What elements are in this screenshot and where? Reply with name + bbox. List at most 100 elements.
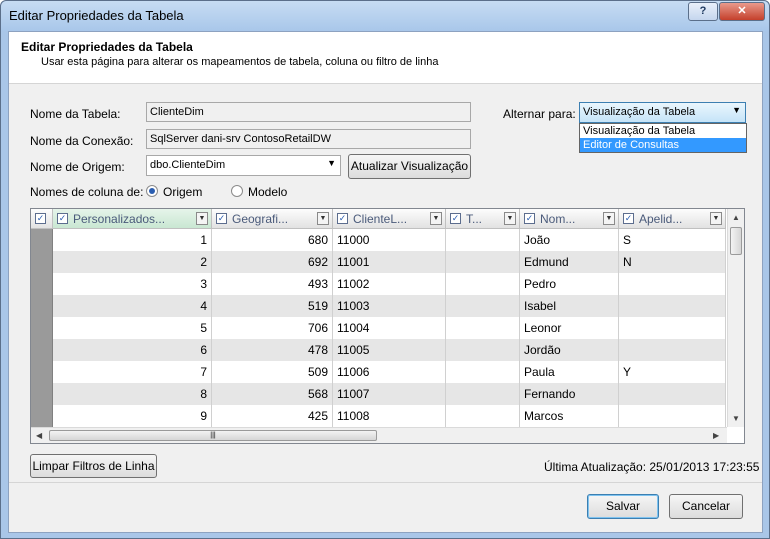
radio-model[interactable] bbox=[231, 185, 243, 197]
row-selector[interactable] bbox=[31, 295, 53, 317]
scroll-up-icon[interactable]: ▲ bbox=[732, 213, 740, 222]
dialog-window: Editar Propriedades da Tabela ? ✕ Editar… bbox=[0, 0, 770, 539]
table-row[interactable]: 6 478 11005 Jordão bbox=[31, 339, 726, 361]
filter-dropdown-icon[interactable]: ▼ bbox=[196, 212, 208, 225]
table-cell: 3 bbox=[53, 273, 212, 295]
column-header[interactable]: ✓ Apelid... ▼ bbox=[619, 209, 726, 229]
column-checkbox[interactable]: ✓ bbox=[450, 213, 461, 224]
row-selector[interactable] bbox=[31, 229, 53, 251]
column-checkbox[interactable]: ✓ bbox=[57, 213, 68, 224]
table-cell: 425 bbox=[212, 405, 333, 427]
table-cell: 11007 bbox=[333, 383, 446, 405]
row-selector[interactable] bbox=[31, 383, 53, 405]
column-header-label: Personalizados... bbox=[73, 212, 166, 226]
table-cell: 7 bbox=[53, 361, 212, 383]
column-header[interactable]: ✓ Geografi... ▼ bbox=[212, 209, 333, 229]
scroll-left-icon[interactable]: ◀ bbox=[36, 431, 42, 440]
table-name-field[interactable]: ClienteDim bbox=[146, 102, 471, 122]
table-cell: 509 bbox=[212, 361, 333, 383]
filter-dropdown-icon[interactable]: ▼ bbox=[317, 212, 329, 225]
cancel-button[interactable]: Cancelar bbox=[669, 494, 743, 519]
filter-dropdown-icon[interactable]: ▼ bbox=[430, 212, 442, 225]
horizontal-scroll-thumb[interactable]: ||| bbox=[49, 430, 377, 441]
vertical-scroll-thumb[interactable] bbox=[730, 227, 742, 255]
filter-dropdown-icon[interactable]: ▼ bbox=[504, 212, 516, 225]
table-cell bbox=[446, 405, 520, 427]
select-all-checkbox[interactable]: ✓ bbox=[35, 213, 46, 224]
table-row[interactable]: 3 493 11002 Pedro bbox=[31, 273, 726, 295]
filter-dropdown-icon[interactable]: ▼ bbox=[710, 212, 722, 225]
chevron-down-icon: ▼ bbox=[327, 158, 336, 168]
dropdown-option-query-editor[interactable]: Editor de Consultas bbox=[580, 138, 746, 152]
table-cell: 478 bbox=[212, 339, 333, 361]
table-cell bbox=[446, 317, 520, 339]
table-cell: S bbox=[619, 229, 726, 251]
source-select-value: dbo.ClienteDim bbox=[150, 159, 226, 171]
table-cell: 519 bbox=[212, 295, 333, 317]
row-selector[interactable] bbox=[31, 317, 53, 339]
column-header[interactable]: ✓ T... ▼ bbox=[446, 209, 520, 229]
table-cell: 5 bbox=[53, 317, 212, 339]
table-cell bbox=[446, 295, 520, 317]
column-checkbox[interactable]: ✓ bbox=[623, 213, 634, 224]
table-row[interactable]: 4 519 11003 Isabel bbox=[31, 295, 726, 317]
help-button[interactable]: ? bbox=[688, 2, 718, 21]
table-cell: 11006 bbox=[333, 361, 446, 383]
close-button[interactable]: ✕ bbox=[719, 2, 765, 21]
scroll-down-icon[interactable]: ▼ bbox=[732, 414, 740, 423]
window-title: Editar Propriedades da Tabela bbox=[9, 8, 184, 23]
column-checkbox[interactable]: ✓ bbox=[216, 213, 227, 224]
table-row[interactable]: 7 509 11006 Paula Y bbox=[31, 361, 726, 383]
table-cell: 8 bbox=[53, 383, 212, 405]
table-row[interactable]: 2 692 11001 Edmund N bbox=[31, 251, 726, 273]
column-header-label: Apelid... bbox=[639, 212, 683, 226]
table-cell: 706 bbox=[212, 317, 333, 339]
row-selector[interactable] bbox=[31, 251, 53, 273]
dropdown-option-table-view[interactable]: Visualização da Tabela bbox=[580, 124, 746, 138]
radio-origin[interactable] bbox=[146, 185, 158, 197]
column-checkbox[interactable]: ✓ bbox=[524, 213, 535, 224]
table-name-label: Nome da Tabela: bbox=[30, 107, 121, 121]
row-selector[interactable] bbox=[31, 361, 53, 383]
table-cell: 568 bbox=[212, 383, 333, 405]
column-checkbox[interactable]: ✓ bbox=[337, 213, 348, 224]
horizontal-scrollbar[interactable]: ◀ ||| ▶ bbox=[31, 427, 727, 443]
table-cell: João bbox=[520, 229, 619, 251]
table-cell bbox=[619, 295, 726, 317]
table-row[interactable]: 5 706 11004 Leonor bbox=[31, 317, 726, 339]
source-label: Nome de Origem: bbox=[30, 160, 125, 174]
clear-row-filters-button[interactable]: Limpar Filtros de Linha bbox=[30, 454, 157, 478]
table-row[interactable]: 8 568 11007 Fernando bbox=[31, 383, 726, 405]
chevron-down-icon: ▼ bbox=[732, 105, 741, 115]
header-panel: Editar Propriedades da Tabela Usar esta … bbox=[9, 32, 762, 84]
table-row[interactable]: 1 680 11000 João S bbox=[31, 229, 726, 251]
table-cell: 11004 bbox=[333, 317, 446, 339]
vertical-scrollbar[interactable]: ▲ ▼ bbox=[727, 209, 744, 427]
row-selector[interactable] bbox=[31, 339, 53, 361]
table-cell: Isabel bbox=[520, 295, 619, 317]
last-update-text: Última Atualização: 25/01/2013 17:23:55 bbox=[544, 460, 760, 474]
table-cell: Leonor bbox=[520, 317, 619, 339]
scroll-right-icon[interactable]: ▶ bbox=[713, 431, 719, 440]
refresh-preview-button[interactable]: Atualizar Visualização bbox=[348, 154, 471, 179]
column-header[interactable]: ✓ Personalizados... ▼ bbox=[53, 209, 212, 229]
table-cell: N bbox=[619, 251, 726, 273]
source-select[interactable]: dbo.ClienteDim ▼ bbox=[146, 155, 341, 176]
table-cell: Jordão bbox=[520, 339, 619, 361]
title-bar[interactable]: Editar Propriedades da Tabela ? ✕ bbox=[1, 1, 769, 31]
table-row[interactable]: 9 425 11008 Marcos bbox=[31, 405, 726, 427]
table-cell bbox=[619, 273, 726, 295]
filter-dropdown-icon[interactable]: ▼ bbox=[603, 212, 615, 225]
switch-to-select[interactable]: Visualização da Tabela ▼ bbox=[579, 102, 746, 123]
row-selector[interactable] bbox=[31, 273, 53, 295]
switch-to-label: Alternar para: bbox=[503, 107, 576, 121]
dialog-body: Editar Propriedades da Tabela Usar esta … bbox=[8, 31, 763, 533]
column-header[interactable]: ✓ ClienteL... ▼ bbox=[333, 209, 446, 229]
row-selector[interactable] bbox=[31, 405, 53, 427]
select-all-header[interactable]: ✓ bbox=[31, 209, 53, 229]
connection-field[interactable]: SqlServer dani-srv ContosoRetailDW bbox=[146, 129, 471, 149]
table-cell: 9 bbox=[53, 405, 212, 427]
table-cell: 493 bbox=[212, 273, 333, 295]
save-button[interactable]: Salvar bbox=[587, 494, 659, 519]
column-header[interactable]: ✓ Nom... ▼ bbox=[520, 209, 619, 229]
